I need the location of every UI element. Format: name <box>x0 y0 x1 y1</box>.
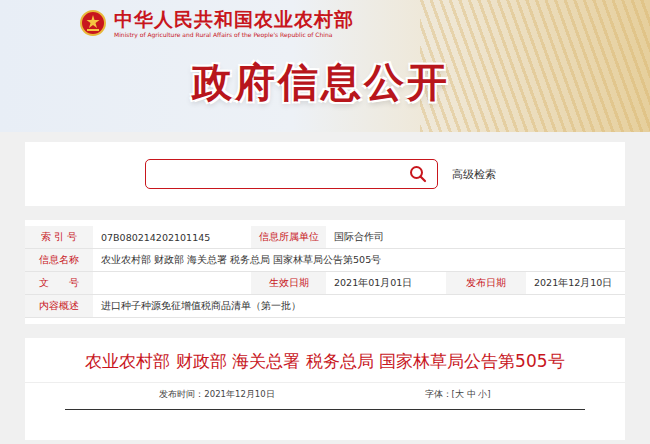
info-row: 文 号 生效日期 2021年01月01日发布日期 2021年12月10日 <box>25 272 625 295</box>
national-emblem-icon <box>80 10 106 36</box>
info-value: 07B080214202101145 <box>93 226 251 248</box>
info-label: 信息名称 <box>25 249 93 271</box>
search-box <box>145 159 438 189</box>
brand[interactable]: 中华人民共和国农业农村部 Ministry of Agriculture and… <box>0 0 650 38</box>
magnifier-icon[interactable] <box>409 165 427 183</box>
ministry-english-name: Ministry of Agriculture and Rural Affair… <box>114 31 354 38</box>
info-row: 内容概述 进口种子种源免征增值税商品清单（第一批） <box>25 295 625 318</box>
info-value: 国际合作司 <box>326 226 625 248</box>
search-input[interactable] <box>154 166 409 182</box>
info-label: 文 号 <box>25 272 93 294</box>
wheat-picture <box>420 0 650 132</box>
info-value: 2021年12月10日 <box>526 272 625 294</box>
info-value <box>93 272 251 294</box>
advanced-search-link[interactable]: 高级检索 <box>452 167 496 182</box>
info-row: 索 引 号 07B080214202101145信息所属单位 国际合作司 <box>25 226 625 249</box>
info-value: 进口种子种源免征增值税商品清单（第一批） <box>93 295 625 317</box>
info-label: 发布日期 <box>446 272 526 294</box>
info-label: 索 引 号 <box>25 226 93 248</box>
banner-title: 政府信息公开 <box>0 38 650 104</box>
publish-date: 发布时间：2021年12月10日 <box>159 389 274 401</box>
info-row: 信息名称 农业农村部 财政部 海关总署 税务总局 国家林草局公告第505号 <box>25 249 625 272</box>
info-label: 生效日期 <box>251 272 326 294</box>
info-value: 2021年01月01日 <box>326 272 446 294</box>
info-label: 信息所属单位 <box>251 226 326 248</box>
article-meta: 发布时间：2021年12月10日 字体：[大 中 小] <box>25 382 625 401</box>
site-header: 中华人民共和国农业农村部 Ministry of Agriculture and… <box>0 0 650 132</box>
ministry-name: 中华人民共和国农业农村部 <box>114 8 354 31</box>
article-header: 农业农村部 财政部 海关总署 税务总局 国家林草局公告第505号 发布时间：20… <box>25 338 625 440</box>
search-panel: 高级检索 <box>25 142 625 206</box>
article-title: 农业农村部 财政部 海关总署 税务总局 国家林草局公告第505号 <box>25 350 625 372</box>
info-value: 农业农村部 财政部 海关总署 税务总局 国家林草局公告第505号 <box>93 249 625 271</box>
page: 中华人民共和国农业农村部 Ministry of Agriculture and… <box>0 0 650 444</box>
font-size-switch[interactable]: 字体：[大 中 小] <box>425 389 491 401</box>
info-label: 内容概述 <box>25 295 93 317</box>
divider <box>65 409 585 410</box>
info-table: 索 引 号 07B080214202101145信息所属单位 国际合作司信息名称… <box>25 220 625 324</box>
